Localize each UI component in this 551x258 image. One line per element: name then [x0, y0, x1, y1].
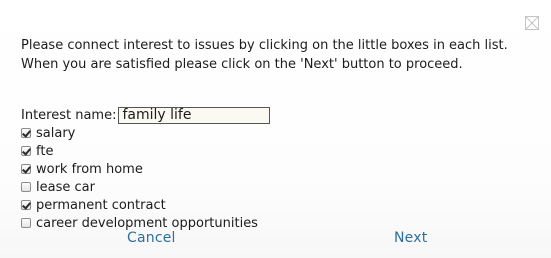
issue-label: permanent contract	[36, 197, 166, 213]
list-item[interactable]: salary	[21, 124, 258, 142]
issue-label: work from home	[36, 161, 143, 177]
issue-label: lease car	[36, 179, 95, 195]
issue-label: career development opportunities	[36, 215, 258, 231]
issue-label: fte	[36, 143, 54, 159]
close-icon[interactable]	[525, 16, 539, 30]
issue-checkbox-career-development[interactable]	[21, 218, 31, 228]
list-item[interactable]: lease car	[21, 178, 258, 196]
interest-name-input[interactable]	[118, 106, 271, 124]
issue-checkbox-salary[interactable]	[21, 128, 31, 138]
issue-list: salary fte work from home lease car perm…	[21, 124, 258, 232]
list-item[interactable]: work from home	[21, 160, 258, 178]
issue-checkbox-permanent-contract[interactable]	[21, 200, 31, 210]
issue-checkbox-lease-car[interactable]	[21, 182, 31, 192]
list-item[interactable]: permanent contract	[21, 196, 258, 214]
list-item[interactable]: fte	[21, 142, 258, 160]
issue-checkbox-fte[interactable]	[21, 146, 31, 156]
next-button[interactable]: Next	[394, 230, 427, 246]
issue-checkbox-work-from-home[interactable]	[21, 164, 31, 174]
issue-label: salary	[36, 125, 76, 141]
instructions-text: Please connect interest to issues by cli…	[21, 38, 508, 72]
cancel-button[interactable]: Cancel	[127, 230, 176, 246]
interest-dialog: Please connect interest to issues by cli…	[0, 0, 551, 258]
interest-name-label: Interest name:	[21, 107, 117, 123]
interest-name-row: Interest name:	[21, 106, 271, 124]
